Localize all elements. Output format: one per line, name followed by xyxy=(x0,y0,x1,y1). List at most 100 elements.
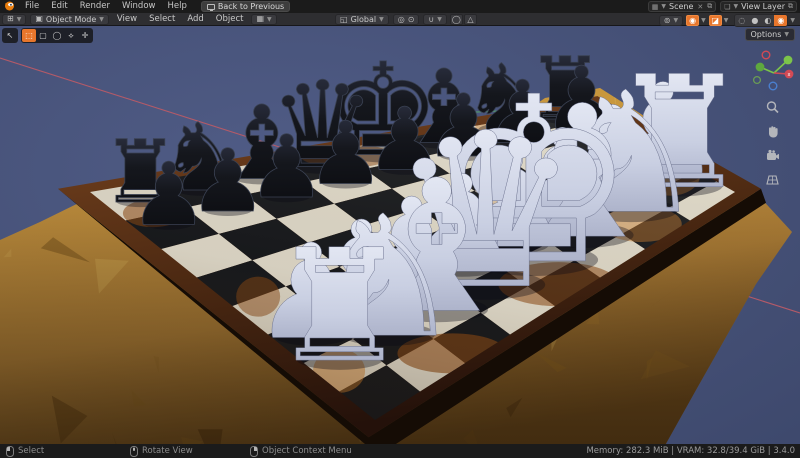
3d-cursor-tool-icon[interactable]: ✛ xyxy=(78,29,92,42)
chevron-down-icon[interactable]: ▼ xyxy=(724,17,729,24)
hint-rotate-view: Rotate View xyxy=(130,444,193,458)
transform-orientation-dropdown[interactable]: ◱ Global ▼ xyxy=(335,14,389,25)
back-to-previous-button[interactable]: Back to Previous xyxy=(200,1,291,12)
axis-z-neg-handle[interactable] xyxy=(752,75,762,85)
pivot-point-dropdown[interactable]: ◎ ⊙ xyxy=(392,14,420,25)
show-overlays-toggle[interactable]: ◉ xyxy=(686,15,700,26)
back-to-previous-label: Back to Previous xyxy=(217,2,285,11)
view-layer-icon: ❏ xyxy=(724,2,731,11)
menu-file[interactable]: File xyxy=(19,0,45,13)
menu-add[interactable]: Add xyxy=(181,13,209,26)
pan-hand-icon[interactable] xyxy=(765,124,780,139)
monitor-icon xyxy=(206,3,215,11)
chevron-down-icon: ▼ xyxy=(784,31,789,38)
axis-z-handle[interactable] xyxy=(768,81,778,91)
chevron-down-icon: ▼ xyxy=(437,16,442,23)
camera-view-icon[interactable] xyxy=(765,148,780,163)
blender-logo-icon[interactable] xyxy=(0,0,19,14)
hint-select-label: Select xyxy=(18,446,45,456)
navigation-gizmo[interactable]: x xyxy=(751,50,797,100)
menu-object[interactable]: Object xyxy=(210,13,250,26)
xray-toggle[interactable]: ◪ xyxy=(708,15,722,26)
hint-select: Select xyxy=(6,444,44,458)
menu-help[interactable]: Help xyxy=(161,0,192,13)
zoom-icon[interactable] xyxy=(765,100,780,115)
piece-white-rook[interactable]: ♜ xyxy=(270,216,410,398)
chevron-down-icon: ▼ xyxy=(661,3,666,10)
new-scene-icon[interactable]: ⧉ xyxy=(707,2,712,11)
select-box-tool-icon[interactable]: ⬚ xyxy=(22,29,36,42)
axis-y-neg-handle[interactable] xyxy=(755,62,765,72)
menu-window[interactable]: Window xyxy=(116,0,162,13)
scene-selector[interactable]: ▦ ▼ Scene ✕ ⧉ xyxy=(647,1,717,12)
memory-stats: Memory: 282.3 MiB | VRAM: 32.8/39.4 GiB … xyxy=(586,446,795,456)
hint-context-menu: Object Context Menu xyxy=(250,444,352,458)
hint-rotate-view-label: Rotate View xyxy=(142,446,193,456)
view-controls xyxy=(765,100,780,187)
mouse-right-icon xyxy=(250,445,258,457)
new-layer-icon[interactable]: ⧉ xyxy=(788,2,793,11)
axis-x-neg-handle[interactable] xyxy=(761,50,771,60)
snap-dropdown[interactable]: ∪ ▼ xyxy=(423,14,447,25)
shading-solid-icon[interactable]: ● xyxy=(748,15,762,26)
view-layer-name: View Layer xyxy=(741,2,785,11)
proportional-falloff-toggle[interactable]: △ xyxy=(463,14,477,25)
overlays-icon: ◉ xyxy=(689,16,697,25)
rendered-scene[interactable]: ♜♟♞♟♝♚♟♛♟ ♟♝ ♟ ♜♞ ♟ ♟♜ ♟ ♞♟♟ ♝♟♚♟♛♟♝♟♞♟♜ xyxy=(0,26,800,444)
proportional-editing-icon: ◯ xyxy=(451,15,461,24)
show-gizmos-dropdown[interactable]: ⊚ ▼ xyxy=(658,15,684,26)
perspective-toggle-icon[interactable] xyxy=(765,172,780,187)
transform-orientation-icon: ◱ xyxy=(340,14,348,24)
proportional-editing-toggle[interactable]: ◯ xyxy=(449,14,463,25)
scene-icon: ▦ xyxy=(651,2,659,11)
viewport-header: ⊞ ▼ ▣ Object Mode ▼ View Select Add Obje… xyxy=(0,13,800,27)
shading-wireframe-icon[interactable]: ◌ xyxy=(735,15,749,26)
menu-select[interactable]: Select xyxy=(143,13,181,26)
select-lasso-tool-icon[interactable]: ⟡ xyxy=(64,29,78,42)
chevron-down-icon: ▼ xyxy=(379,16,384,23)
svg-text:x: x xyxy=(788,72,791,78)
shading-rendered-icon[interactable]: ◉ xyxy=(774,15,788,26)
active-tool-strip: ↖ ⬚ ▢ ◯ ⟡ ✛ xyxy=(2,28,93,43)
object-mode-icon: ▣ xyxy=(35,14,43,23)
piece-black-pawn[interactable]: ♟ xyxy=(129,144,208,246)
select-circle-tool-icon[interactable]: ◯ xyxy=(50,29,64,42)
pivot-center-icon: ⊙ xyxy=(407,14,415,24)
status-bar: Select Rotate View Object Context Menu M… xyxy=(0,444,800,458)
proportional-falloff-icon: △ xyxy=(467,15,474,24)
menu-edit[interactable]: Edit xyxy=(45,0,73,13)
select-tweak-tool-icon[interactable]: ▢ xyxy=(36,29,50,42)
snap-magnet-icon: ∪ xyxy=(428,14,435,24)
chevron-down-icon: ▼ xyxy=(99,15,104,23)
tool-settings-dropdown[interactable]: ▦ ▼ xyxy=(251,13,277,25)
view-layer-selector[interactable]: ❏ ▼ View Layer ⧉ xyxy=(720,1,797,12)
cursor-tool-icon[interactable]: ↖ xyxy=(3,29,17,42)
hint-context-menu-label: Object Context Menu xyxy=(262,446,352,456)
xray-icon: ◪ xyxy=(711,16,720,25)
chevron-down-icon[interactable]: ▼ xyxy=(701,17,706,24)
editor-3d-viewport-icon: ⊞ xyxy=(7,14,14,23)
chevron-down-icon: ▼ xyxy=(733,3,739,10)
3d-viewport[interactable]: ♜ ♟ ♞ ♟ ♝ ♚ ♟ ♛ ♟ ♟ ♝ ♟ ♜ ♞ ♟ ♟ ♜ ♟ ♞ ♟ ♟ ♝ ♟ ♚ ♟ ♛ ♟ ♝ ♟ ♞ ♟ ♜ ↖ ⬚ ▢ ◯… xyxy=(0,26,800,444)
blender-window: File Edit Render Window Help Back to Pre… xyxy=(0,0,800,458)
topbar: File Edit Render Window Help Back to Pre… xyxy=(0,0,800,13)
mode-label: Object Mode xyxy=(45,14,97,24)
chevron-down-icon[interactable]: ▼ xyxy=(790,17,795,24)
gizmos-icon: ⊚ xyxy=(663,15,671,25)
menu-render[interactable]: Render xyxy=(74,0,116,13)
grid-icon: ▦ xyxy=(256,14,265,23)
options-button[interactable]: Options ▼ xyxy=(744,28,795,41)
scene-name: Scene xyxy=(668,2,694,11)
chevron-down-icon: ▼ xyxy=(673,17,679,24)
shading-material-icon[interactable]: ◐ xyxy=(761,15,775,26)
unlink-icon[interactable]: ✕ xyxy=(696,3,704,11)
menu-view[interactable]: View xyxy=(111,13,143,26)
mode-dropdown[interactable]: ▣ Object Mode ▼ xyxy=(30,13,109,25)
options-label: Options xyxy=(750,30,782,39)
orientation-label: Global xyxy=(350,15,377,24)
chevron-down-icon: ▼ xyxy=(16,15,22,23)
pivot-point-icon: ◎ xyxy=(397,14,405,24)
axis-y-handle[interactable] xyxy=(783,55,793,65)
mouse-middle-icon xyxy=(130,445,138,457)
editor-type-dropdown[interactable]: ⊞ ▼ xyxy=(2,13,27,25)
